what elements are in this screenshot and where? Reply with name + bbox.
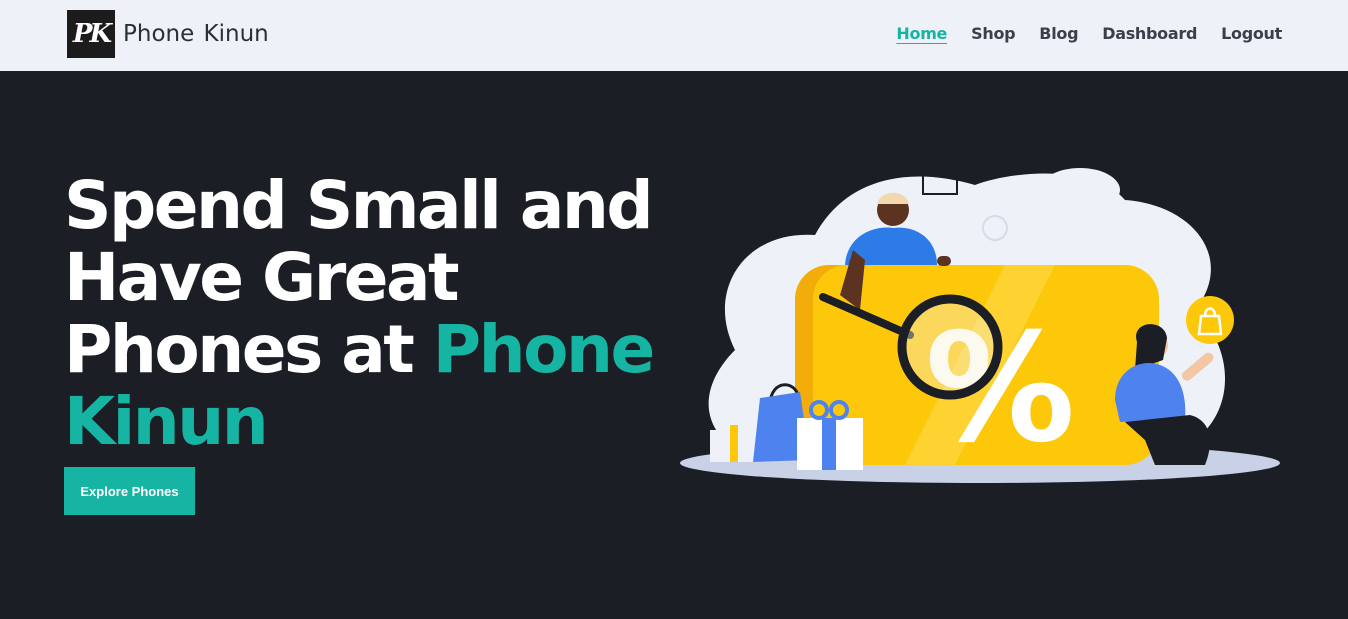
brand[interactable]: PK Phone Kinun [67,10,269,58]
illustration-blob-small [1040,168,1120,212]
person-top-hand [937,256,951,266]
brand-name: Phone Kinun [123,21,269,47]
bag-bubble [1186,296,1234,344]
hero-title-line-3: Phones at [64,311,433,388]
hero-title-accent-phone: Phone [432,311,655,388]
main-nav: Home Shop Blog Dashboard Logout [896,24,1282,43]
hero-title-accent-kinun: Kinun [64,383,269,460]
gift-ribbon-large [822,418,836,470]
nav-shop-link[interactable]: Shop [971,24,1015,43]
hero-title-line-1: Spend Small and [64,167,654,244]
nav-blog-link[interactable]: Blog [1039,24,1078,43]
nav-home-link[interactable]: Home [896,24,947,43]
brand-logo: PK [67,10,115,58]
hero-illustration: % [680,167,1280,483]
nav-dashboard-link[interactable]: Dashboard [1102,24,1197,43]
nav-logout-link[interactable]: Logout [1221,24,1282,43]
magnifier-lens [897,294,1003,400]
hero-title-line-2: Have Great [64,239,460,316]
navbar: PK Phone Kinun Home Shop Blog Dashboard … [0,0,1348,71]
hero-title: Spend Small and Have Great Phones at Pho… [64,170,684,458]
explore-phones-button[interactable]: Explore Phones [64,467,195,515]
gift-ribbon-small [730,425,738,462]
